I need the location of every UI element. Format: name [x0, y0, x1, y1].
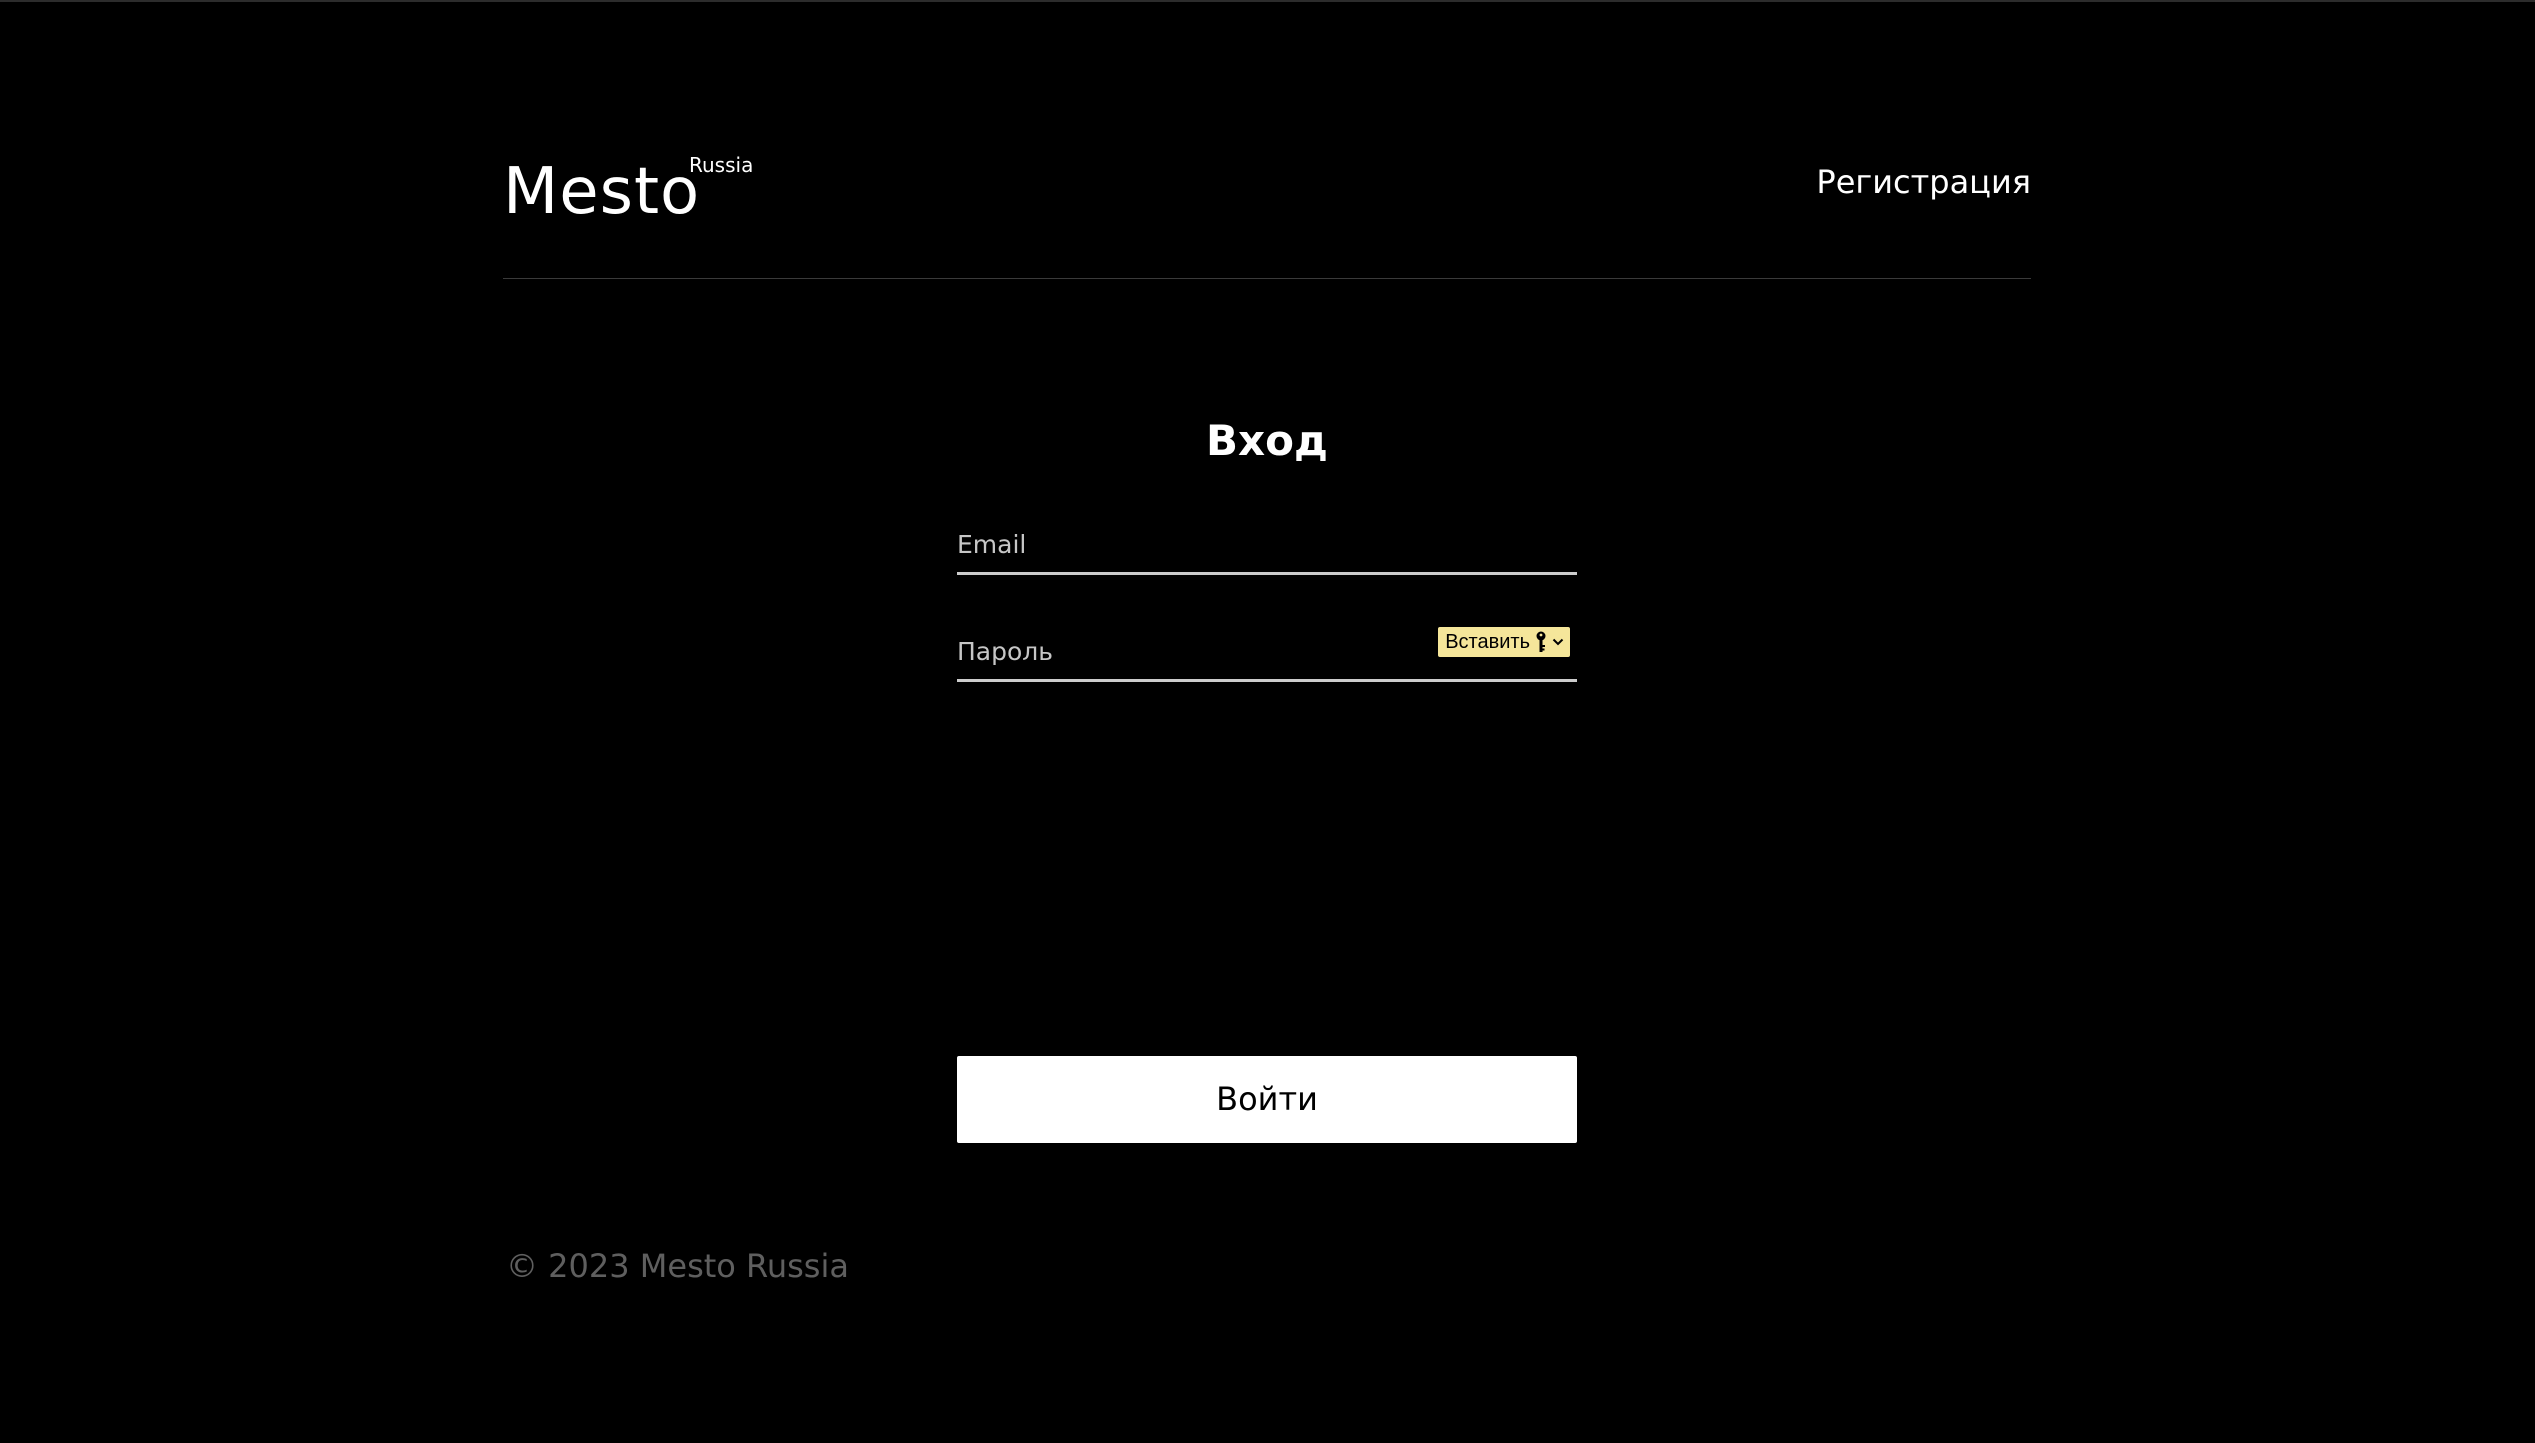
- window-top-border: [0, 0, 2535, 2]
- key-icon: [1536, 631, 1546, 652]
- logo-region: Russia: [689, 153, 754, 177]
- page-header: Mesto Russia Регистрация: [503, 150, 2031, 278]
- form-title: Вход: [1206, 415, 1328, 465]
- insert-button-label: Вставить: [1445, 631, 1530, 653]
- register-link[interactable]: Регистрация: [1816, 162, 2031, 202]
- password-field-container: Вставить: [957, 623, 1577, 682]
- header-divider: [503, 278, 2031, 279]
- email-field-container: [957, 516, 1577, 575]
- footer-copyright: © 2023 Mesto Russia: [506, 1247, 849, 1285]
- email-input[interactable]: [957, 516, 1577, 572]
- logo-text: Mesto: [503, 155, 701, 229]
- chevron-down-icon: [1552, 638, 1564, 646]
- login-button[interactable]: Войти: [957, 1056, 1577, 1143]
- password-manager-insert-button[interactable]: Вставить: [1438, 627, 1570, 657]
